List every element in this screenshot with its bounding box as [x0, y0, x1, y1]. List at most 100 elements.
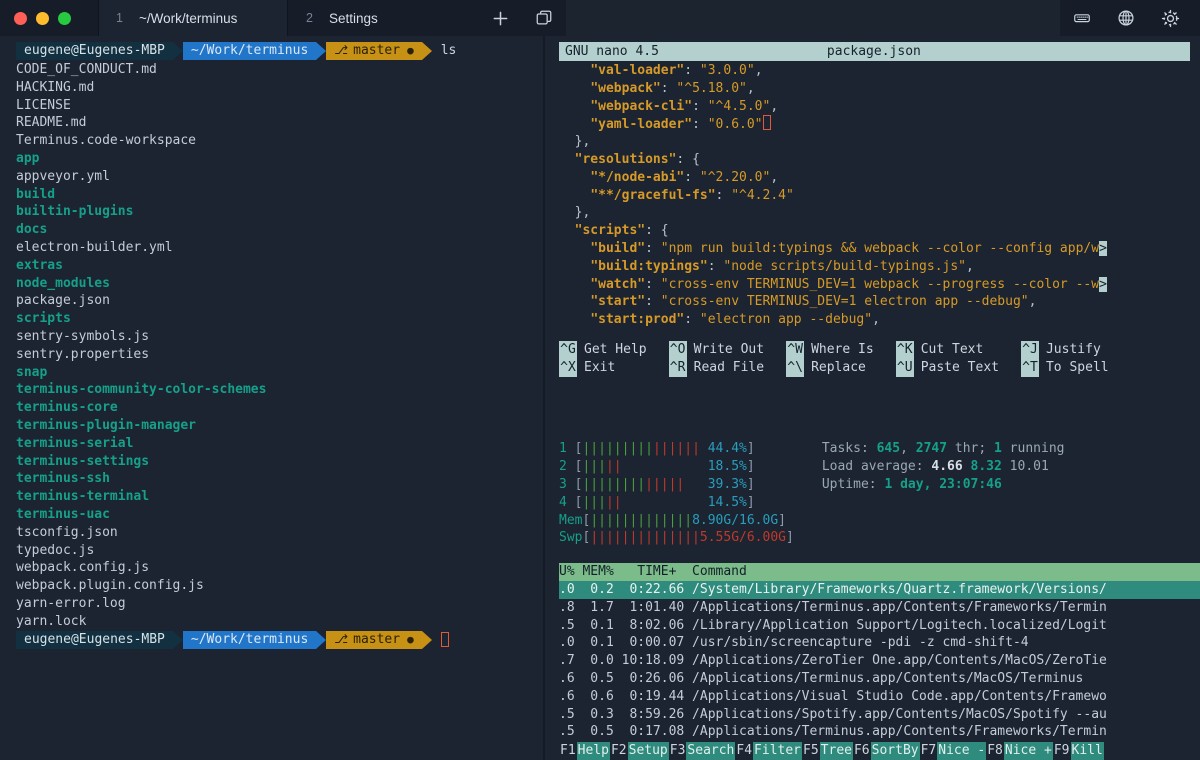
prompt-separator-icon: [316, 42, 326, 60]
cpu-bar-high: |||||: [645, 476, 684, 494]
shortcut-key: ^U: [896, 359, 914, 377]
listing-entry: LICENSE: [16, 97, 543, 115]
file-name: HACKING.md: [16, 80, 94, 95]
cpu-bar-high: ||: [606, 458, 622, 476]
htop-panel[interactable]: 1 [||||||||||||||| 44.4%]2 [||||| 18.5%]…: [545, 440, 1200, 760]
fkey-label[interactable]: Help: [577, 742, 610, 760]
file-name: tsconfig.json: [16, 525, 118, 540]
shortcut-label: Justify: [1039, 341, 1101, 359]
cpu-id: 3: [559, 476, 575, 494]
fkey-label[interactable]: SortBy: [871, 742, 920, 760]
process-row[interactable]: .5 0.5 0:17.08 /Applications/Terminus.ap…: [559, 723, 1200, 741]
nano-shortcut-group: ^OWrite Out^RRead File: [669, 341, 764, 377]
process-row[interactable]: .8 1.7 1:01.40 /Applications/Terminus.ap…: [559, 599, 1200, 617]
memory-value: 8.90G/16.0G: [692, 512, 778, 530]
nano-shortcut-group: ^WWhere Is^\Replace: [786, 341, 874, 377]
nano-shortcut[interactable]: ^UPaste Text: [896, 359, 999, 377]
fkey-number: F9: [1053, 742, 1071, 760]
memory-meter: Mem[|||||||||||||8.90G/16.0G]: [559, 512, 794, 530]
nano-shortcut[interactable]: ^GGet Help: [559, 341, 647, 359]
fkey-number: F4: [735, 742, 753, 760]
directory-name: terminus-plugin-manager: [16, 418, 196, 433]
nano-editor[interactable]: GNU nano 4.5 package.json "val-loader": …: [545, 36, 1200, 377]
htop-task-count: 645: [877, 441, 900, 456]
fkey-label[interactable]: Filter: [753, 742, 802, 760]
nano-shortcut[interactable]: ^OWrite Out: [669, 341, 764, 359]
htop-load-line: Load average: 4.66 8.32 10.01: [822, 458, 1065, 476]
fkey-number: F1: [559, 742, 577, 760]
meter-empty: [622, 458, 708, 476]
terminal-pane-right[interactable]: GNU nano 4.5 package.json "val-loader": …: [545, 36, 1200, 760]
nano-shortcut[interactable]: ^RRead File: [669, 359, 764, 377]
listing-entry: sentry-symbols.js: [16, 328, 543, 346]
new-tab-button[interactable]: [478, 0, 522, 36]
plus-icon: [491, 9, 510, 28]
nano-shortcut[interactable]: ^KCut Text: [896, 341, 999, 359]
cpu-percent: 39.3%: [708, 476, 747, 494]
close-window-button[interactable]: [14, 12, 27, 25]
process-row[interactable]: .6 0.5 0:26.06 /Applications/Terminus.ap…: [559, 670, 1200, 688]
fkey-label[interactable]: Search: [686, 742, 735, 760]
minimize-window-button[interactable]: [36, 12, 49, 25]
shortcut-key: ^X: [559, 359, 577, 377]
cpu-percent: 18.5%: [708, 458, 747, 476]
listing-entry: terminus-serial: [16, 435, 543, 453]
meter-bracket-open: [: [575, 476, 583, 494]
process-row[interactable]: .7 0.0 10:18.09 /Applications/ZeroTier O…: [559, 652, 1200, 670]
nano-shortcut[interactable]: ^\Replace: [786, 359, 874, 377]
fkey-label[interactable]: Tree: [820, 742, 853, 760]
settings-button[interactable]: [1148, 0, 1192, 36]
split-panes-button[interactable]: [522, 0, 566, 36]
nano-shortcut[interactable]: ^XExit: [559, 359, 647, 377]
nano-shortcut-group: ^KCut Text^UPaste Text: [896, 341, 999, 377]
uptime-value: 1 day, 23:07:46: [884, 477, 1001, 492]
htop-tasks-line: Tasks: 645, 2747 thr; 1 running: [822, 440, 1065, 458]
process-row[interactable]: .6 0.6 0:19.44 /Applications/Visual Stud…: [559, 688, 1200, 706]
process-row[interactable]: .0 0.1 0:00.07 /usr/sbin/screencapture -…: [559, 634, 1200, 652]
listing-entry: scripts: [16, 310, 543, 328]
nano-shortcut[interactable]: ^TTo Spell: [1021, 359, 1109, 377]
directory-name: terminus-terminal: [16, 489, 149, 504]
shell-prompt-top: eugene@Eugenes-MBP ~/Work/terminus ⎇ mas…: [16, 42, 543, 60]
process-row[interactable]: .5 0.1 8:02.06 /Library/Application Supp…: [559, 617, 1200, 635]
tab-terminal[interactable]: 1 ~/Work/terminus: [98, 0, 288, 36]
title-bar-actions: [1060, 0, 1200, 36]
cpu-meter: 4 [||||| 14.5%]: [559, 494, 794, 512]
nano-line: "start": "cross-env TERMINUS_DEV=1 elect…: [559, 293, 1190, 311]
fkey-label[interactable]: Kill: [1071, 742, 1104, 760]
terminal-pane-left[interactable]: eugene@Eugenes-MBP ~/Work/terminus ⎇ mas…: [0, 36, 543, 760]
globe-button[interactable]: [1104, 0, 1148, 36]
listing-entry: terminus-plugin-manager: [16, 417, 543, 435]
cpu-bar-high: ||||||: [653, 440, 700, 458]
htop-system-info: Tasks: 645, 2747 thr; 1 running Load ave…: [822, 440, 1065, 547]
prompt-user-segment: eugene@Eugenes-MBP: [16, 631, 173, 649]
meter-bracket-close: ]: [747, 476, 755, 494]
file-name: webpack.plugin.config.js: [16, 578, 204, 593]
process-row[interactable]: .0 0.2 0:22.66 /System/Library/Framework…: [559, 581, 1200, 599]
process-row[interactable]: .5 0.3 8:59.26 /Applications/Spotify.app…: [559, 706, 1200, 724]
maximize-window-button[interactable]: [58, 12, 71, 25]
meter-bracket-close: ]: [747, 440, 755, 458]
text-cursor: [441, 632, 449, 647]
fkey-label[interactable]: Nice -: [937, 742, 986, 760]
shortcut-key: ^\: [786, 359, 804, 377]
keyboard-shortcuts-button[interactable]: [1060, 0, 1104, 36]
fkey-number: F6: [853, 742, 871, 760]
nano-shortcut[interactable]: ^JJustify: [1021, 341, 1109, 359]
tab-settings[interactable]: 2 Settings: [288, 0, 478, 36]
nano-shortcut[interactable]: ^WWhere Is: [786, 341, 874, 359]
meter-bracket-close: ]: [786, 529, 794, 547]
nano-line: "build": "npm run build:typings && webpa…: [559, 240, 1190, 258]
nano-filename: package.json: [827, 43, 921, 61]
htop-thread-count: 2747: [916, 441, 947, 456]
nano-line: "val-loader": "3.0.0",: [559, 62, 1190, 80]
meter-bracket-close: ]: [747, 458, 755, 476]
shortcut-key: ^J: [1021, 341, 1039, 359]
swap-label: Swp: [559, 529, 582, 547]
fkey-number: F8: [986, 742, 1004, 760]
cpu-bar-low: |||||||||: [582, 440, 652, 458]
shortcut-label: Exit: [577, 359, 615, 377]
fkey-number: F3: [669, 742, 687, 760]
fkey-label[interactable]: Setup: [628, 742, 669, 760]
fkey-label[interactable]: Nice +: [1004, 742, 1053, 760]
